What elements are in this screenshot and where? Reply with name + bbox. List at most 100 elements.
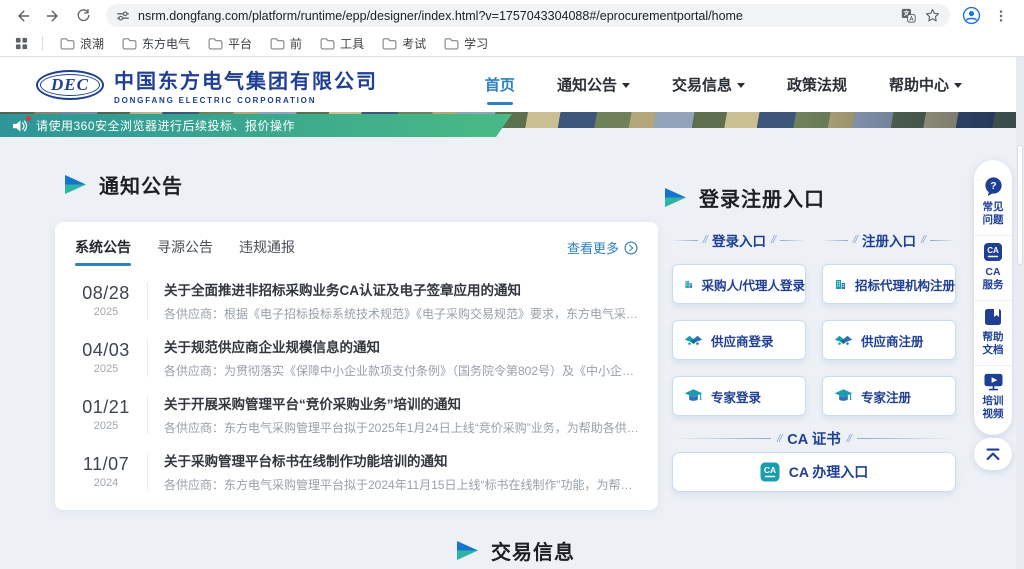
svg-text:CA: CA — [764, 465, 776, 475]
notice-list-item[interactable]: 11/072024 关于采购管理平台标书在线制作功能培训的通知 各供应商：东方电… — [55, 443, 658, 500]
graduation-cap-icon — [834, 388, 853, 404]
view-more-link[interactable]: 查看更多 — [567, 238, 638, 265]
company-name-en: DONGFANG ELECTRIC CORPORATION — [114, 96, 378, 105]
back-to-top-icon — [984, 447, 1002, 462]
expert-register-button[interactable]: 专家注册 — [822, 376, 956, 416]
bookmark-folder[interactable]: 东方电气 — [122, 35, 190, 52]
circle-arrow-icon — [624, 241, 638, 255]
browser-notice-ticker: 请使用360安全浏览器进行后续投标、报价操作 — [0, 114, 512, 137]
back-to-top-button[interactable] — [974, 438, 1012, 470]
site-info-icon[interactable] — [116, 9, 130, 23]
notice-date: 01/21 — [75, 397, 137, 418]
chevron-down-icon — [954, 83, 962, 88]
ca-service-shortcut[interactable]: CA CA服务 — [974, 235, 1012, 300]
nav-item-trade-info[interactable]: 交易信息 — [672, 70, 745, 99]
expert-login-button[interactable]: 专家登录 — [672, 376, 806, 416]
floating-side-rail: ? 常见问题 CA CA服务 帮助文档 培训视频 — [974, 160, 1012, 435]
video-icon — [983, 372, 1004, 391]
browser-chrome: nsrm.dongfang.com/platform/runtime/epp/d… — [0, 0, 1024, 57]
faq-shortcut[interactable]: ? 常见问题 — [974, 170, 1012, 235]
nav-item-notices[interactable]: 通知公告 — [557, 70, 630, 99]
notice-list-item[interactable]: 01/21 2025 关于开展采购管理平台“竞价采购业务”培训的通知 各供应商：东… — [55, 386, 658, 443]
bookmark-folder[interactable]: 学习 — [444, 35, 488, 52]
url-bar[interactable]: nsrm.dongfang.com/platform/runtime/epp/d… — [106, 4, 950, 27]
supplier-register-button[interactable]: 供应商注册 — [822, 320, 956, 360]
bookmark-label: 平台 — [228, 35, 252, 52]
tab-violation-reports[interactable]: 违规通报 — [239, 237, 295, 266]
notice-list-item[interactable]: 08/282025 关于全面推进非招标采购业务CA认证及电子签章应用的通知 各供… — [55, 272, 658, 329]
building-icon — [684, 276, 694, 293]
notice-list: 08/282025 关于全面推进非招标采购业务CA认证及电子签章应用的通知 各供… — [55, 266, 658, 500]
folder-icon — [320, 38, 335, 50]
notice-year: 2025 — [75, 363, 137, 375]
notice-title: 关于全面推进非招标采购业务CA认证及电子签章应用的通知 — [164, 279, 640, 299]
ca-badge-icon: CA — [760, 462, 780, 482]
ticker-message: 请使用360安全浏览器进行后续投标、报价操作 — [36, 117, 295, 134]
bookmark-folder[interactable]: 考试 — [382, 35, 426, 52]
ca-card-icon: CA — [983, 242, 1003, 262]
dec-logo-text: DEC — [51, 75, 89, 95]
company-name-cn: 中国东方电气集团有限公司 — [114, 65, 378, 94]
divider — [147, 339, 148, 377]
reload-icon[interactable] — [71, 4, 95, 28]
bookmark-folder[interactable]: 平台 — [208, 35, 252, 52]
folder-icon — [60, 38, 75, 50]
page: nsrm.dongfang.com/platform/runtime/epp/d… — [0, 0, 1024, 569]
notice-tabs: 系统公告 寻源公告 违规通报 查看更多 — [55, 222, 658, 266]
bookmark-label: 前 — [290, 35, 302, 52]
nav-item-home[interactable]: 首页 — [485, 70, 515, 99]
notice-list-item[interactable]: 04/032025 关于规范供应商企业规模信息的通知 各供应商：为贯彻落实《保障… — [55, 329, 658, 386]
chevron-down-icon — [737, 83, 745, 88]
notice-year: 2025 — [75, 420, 137, 432]
training-videos-shortcut[interactable]: 培训视频 — [974, 365, 1012, 429]
bookmarks-divider — [42, 36, 43, 51]
alert-dot — [26, 116, 31, 121]
nav-item-policies[interactable]: 政策法规 — [787, 70, 847, 99]
scrollbar-thumb[interactable] — [1017, 145, 1023, 265]
register-group-label: // 注册入口 // — [822, 230, 956, 250]
ca-group-label: // CA 证书 // — [672, 428, 956, 449]
dec-logo-icon: DEC — [36, 70, 104, 100]
buyer-agent-login-button[interactable]: 采购人/代理人登录 — [672, 264, 806, 304]
forward-icon[interactable] — [41, 4, 65, 28]
translate-icon[interactable] — [901, 8, 916, 23]
divider — [147, 396, 148, 434]
notice-summary: 各供应商：为贯彻落实《保障中小企业款项支付条例》（国务院令第802号）及《中小企… — [164, 362, 640, 379]
notice-card: 系统公告 寻源公告 违规通报 查看更多 08/282025 关于全面推进非招标采… — [55, 222, 658, 510]
folder-icon — [122, 38, 137, 50]
bookmark-folder[interactable]: 前 — [270, 35, 302, 52]
notice-title: 关于开展采购管理平台“竞价采购业务”培训的通知 — [164, 393, 640, 413]
ca-apply-button[interactable]: CA CA 办理入口 — [672, 452, 956, 492]
bookmark-label: 浪潮 — [80, 35, 104, 52]
bookmark-star-icon[interactable] — [925, 8, 940, 23]
brand-logo[interactable]: DEC 中国东方电气集团有限公司 DONGFANG ELECTRIC CORPO… — [36, 65, 378, 105]
section-arrow-icon — [63, 174, 87, 195]
section-arrow-icon — [455, 540, 479, 561]
bookmark-folder[interactable]: 工具 — [320, 35, 364, 52]
bidding-agency-register-button[interactable]: 招标代理机构注册 — [822, 264, 956, 304]
bookmark-folder[interactable]: 浪潮 — [60, 35, 104, 52]
notice-year: 2024 — [75, 477, 137, 489]
bookmark-label: 东方电气 — [142, 35, 190, 52]
menu-icon[interactable] — [989, 4, 1013, 28]
notice-year: 2025 — [75, 306, 137, 318]
nav-item-help-center[interactable]: 帮助中心 — [889, 70, 962, 99]
notice-summary: 各供应商：东方电气采购管理平台拟于2025年1月24日上线“竞价采购”业务，为帮… — [164, 419, 640, 436]
supplier-login-button[interactable]: 供应商登录 — [672, 320, 806, 360]
chevron-down-icon — [622, 83, 630, 88]
tab-sourcing-notices[interactable]: 寻源公告 — [157, 237, 213, 266]
folder-icon — [270, 38, 285, 50]
notice-date: 11/07 — [75, 454, 137, 475]
profile-icon[interactable] — [959, 4, 983, 28]
login-section-heading: 登录注册入口 — [663, 183, 825, 212]
tab-system-notices[interactable]: 系统公告 — [75, 237, 131, 266]
notice-date: 04/03 — [75, 340, 137, 361]
page-scrollbar[interactable] — [1016, 57, 1024, 569]
folder-icon — [382, 38, 397, 50]
site-header: DEC 中国东方电气集团有限公司 DONGFANG ELECTRIC CORPO… — [0, 57, 1024, 112]
back-icon[interactable] — [11, 4, 35, 28]
login-group-label: // 登录入口 // — [672, 230, 806, 250]
help-docs-shortcut[interactable]: 帮助文档 — [974, 300, 1012, 365]
apps-grid-icon[interactable] — [11, 34, 31, 54]
section-arrow-icon — [663, 187, 687, 208]
